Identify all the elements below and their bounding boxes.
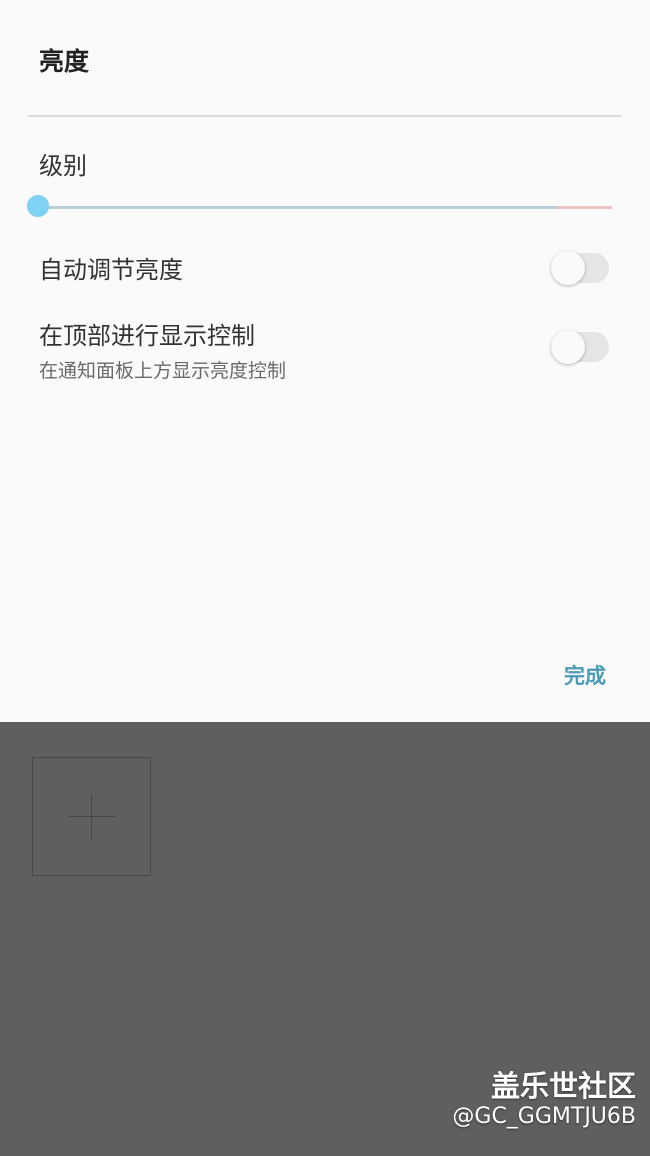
plus-icon — [69, 816, 115, 817]
top-control-row[interactable]: 在顶部进行显示控制 在通知面板上方显示亮度控制 — [39, 316, 609, 382]
slider-track — [38, 206, 557, 209]
toggle-knob — [551, 330, 585, 364]
auto-brightness-label: 自动调节亮度 — [39, 256, 183, 284]
brightness-slider[interactable] — [27, 194, 613, 220]
top-control-toggle[interactable] — [551, 330, 609, 364]
brightness-dialog: 亮度 级别 自动调节亮度 在顶部进行显示控制 在通知面板上方显示亮度控制 完成 — [0, 0, 650, 722]
add-button[interactable] — [32, 757, 151, 876]
auto-brightness-row[interactable]: 自动调节亮度 — [39, 250, 609, 286]
dialog-title: 亮度 — [39, 47, 90, 76]
auto-brightness-toggle[interactable] — [551, 251, 609, 285]
top-control-label: 在顶部进行显示控制 — [39, 322, 255, 350]
toggle-knob — [551, 251, 585, 285]
level-label: 级别 — [39, 152, 87, 180]
slider-track-end — [557, 206, 612, 209]
slider-thumb[interactable] — [27, 195, 49, 217]
top-control-description: 在通知面板上方显示亮度控制 — [39, 360, 287, 382]
watermark-site: 盖乐世社区 — [490, 1069, 636, 1103]
title-divider — [28, 115, 622, 117]
watermark-handle: @GC_GGMTJU6B — [452, 1104, 636, 1129]
done-button[interactable]: 完成 — [564, 660, 606, 690]
plus-icon — [91, 794, 92, 840]
